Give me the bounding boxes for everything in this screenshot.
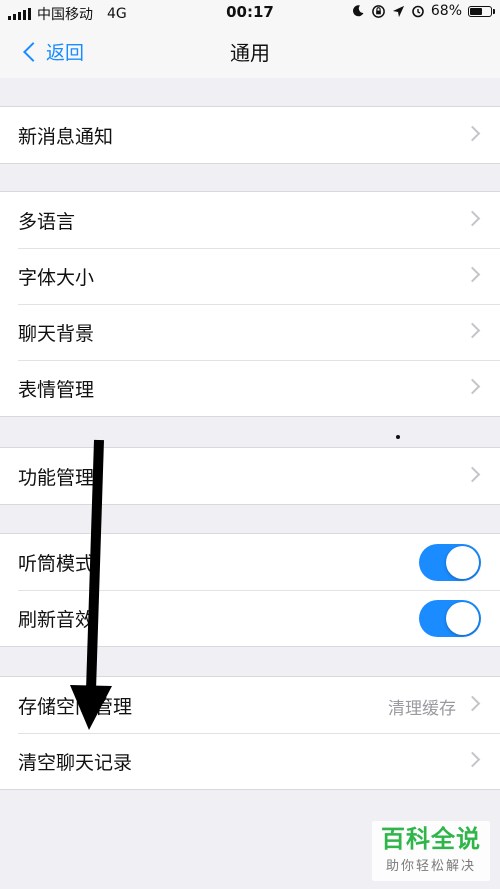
row-label: 新消息通知 <box>18 126 114 148</box>
alarm-icon <box>412 5 424 18</box>
settings-group-display: 多语言 字体大小 聊天背景 表情管理 <box>0 191 500 417</box>
refresh-sound-toggle[interactable] <box>419 600 481 637</box>
settings-row-refresh-sound[interactable]: 刷新音效 <box>0 590 500 646</box>
row-label: 聊天背景 <box>18 323 95 345</box>
settings-row-emoji-management[interactable]: 表情管理 <box>0 360 500 416</box>
row-label: 听筒模式 <box>18 553 95 575</box>
watermark-logo: 百科全说 助你轻松解决 <box>372 821 490 881</box>
settings-group-storage: 存储空间管理 清理缓存 清空聊天记录 <box>0 676 500 790</box>
battery-fill <box>470 7 483 15</box>
settings-row-font-size[interactable]: 字体大小 <box>0 248 500 304</box>
row-label: 功能管理 <box>18 467 95 489</box>
row-label: 清空聊天记录 <box>18 752 133 774</box>
settings-row-new-message-notification[interactable]: 新消息通知 <box>0 107 500 163</box>
chevron-right-icon <box>464 125 481 142</box>
chevron-right-icon <box>464 378 481 395</box>
settings-row-language[interactable]: 多语言 <box>0 192 500 248</box>
status-right: 68% <box>351 3 495 19</box>
settings-row-feature-management[interactable]: 功能管理 <box>0 448 500 504</box>
earpiece-mode-toggle[interactable] <box>419 544 481 581</box>
row-label: 表情管理 <box>18 379 95 401</box>
orientation-lock-icon <box>372 4 385 18</box>
chevron-right-icon <box>464 266 481 283</box>
row-value: 清理缓存 <box>388 699 456 719</box>
stray-dot <box>396 435 400 439</box>
page-title: 通用 <box>230 41 270 65</box>
settings-row-chat-background[interactable]: 聊天背景 <box>0 304 500 360</box>
location-icon <box>392 5 404 17</box>
settings-row-storage-management[interactable]: 存储空间管理 清理缓存 <box>0 677 500 733</box>
settings-group-sound: 听筒模式 刷新音效 <box>0 533 500 647</box>
row-label: 多语言 <box>18 211 76 233</box>
status-bar: 中国移动 4G 00:17 68% <box>0 0 500 26</box>
chevron-right-icon <box>464 210 481 227</box>
chevron-right-icon <box>464 751 481 768</box>
moon-icon <box>352 5 364 17</box>
row-label: 存储空间管理 <box>18 696 133 718</box>
watermark-subtitle: 助你轻松解决 <box>385 859 476 874</box>
navigation-bar: 返回 通用 <box>0 26 500 78</box>
row-label: 字体大小 <box>18 267 95 289</box>
settings-group-features: 功能管理 <box>0 447 500 505</box>
watermark-title: 百科全说 <box>381 825 481 853</box>
chevron-right-icon <box>464 695 481 712</box>
settings-row-clear-chat-history[interactable]: 清空聊天记录 <box>0 733 500 789</box>
battery-icon <box>468 5 495 17</box>
row-label: 刷新音效 <box>18 609 95 631</box>
settings-row-earpiece-mode[interactable]: 听筒模式 <box>0 534 500 590</box>
chevron-right-icon <box>464 322 481 339</box>
toggle-knob <box>446 602 479 635</box>
chevron-right-icon <box>464 466 481 483</box>
toggle-knob <box>446 546 479 579</box>
settings-group-notifications: 新消息通知 <box>0 106 500 164</box>
battery-percent: 68% <box>430 3 462 19</box>
